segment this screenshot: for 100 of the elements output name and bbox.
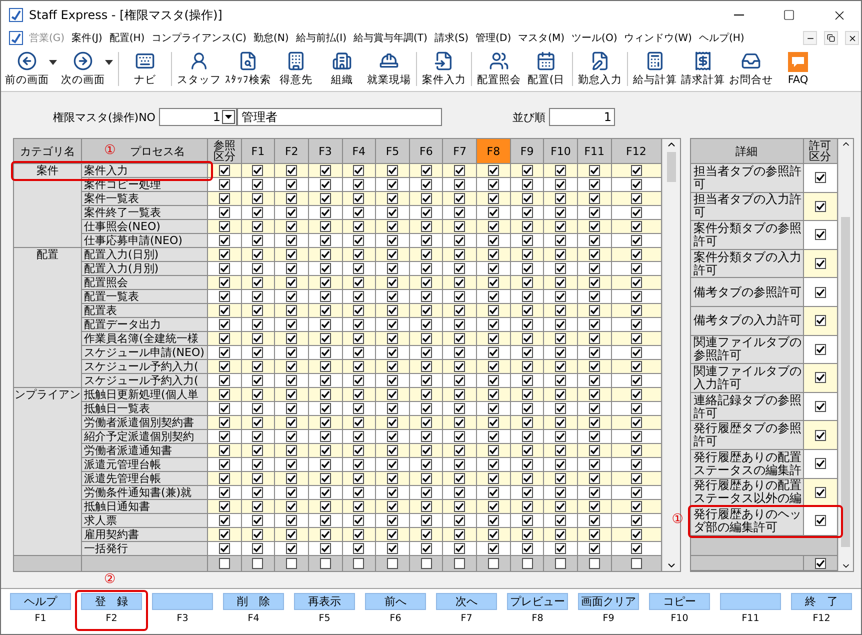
function-button[interactable]: 次へ bbox=[436, 593, 497, 610]
function-button[interactable]: 画面クリア bbox=[578, 593, 639, 610]
toolbar-button[interactable]: 勤怠入力 bbox=[576, 51, 624, 87]
function-button[interactable]: 削 除 bbox=[223, 593, 284, 610]
toolbar-button[interactable]: 前の画面 bbox=[3, 51, 59, 87]
column-header: F8 bbox=[486, 146, 500, 156]
name-field[interactable]: 管理者 bbox=[237, 108, 442, 126]
annotation-number: ① bbox=[672, 513, 684, 528]
table-cell: 労働者派遣通知書 bbox=[82, 444, 208, 458]
toolbar-button[interactable]: ナビ bbox=[122, 51, 168, 87]
table-cell: 労働条件通知書(兼)就 bbox=[82, 486, 208, 500]
column-header: F1 bbox=[251, 146, 265, 156]
field-label: 権限マスタ(操作)NO bbox=[53, 110, 156, 124]
table-cell: 関連ファイルタブの参照許可 bbox=[690, 336, 804, 364]
key-label: F10 bbox=[670, 613, 688, 624]
order-field[interactable]: 1 bbox=[549, 108, 616, 126]
column-header: カテゴリ名 bbox=[20, 146, 75, 156]
menu-item[interactable]: 給与賞与年調(T) bbox=[352, 31, 428, 45]
function-button[interactable]: 前へ bbox=[365, 593, 426, 610]
toolbar-button[interactable]: 配置照会 bbox=[475, 51, 523, 87]
function-button[interactable]: プレビュー bbox=[507, 593, 568, 610]
toolbar-button[interactable]: スタッフ bbox=[175, 51, 223, 87]
column-header: F2 bbox=[284, 146, 298, 156]
table-cell: 仕事照会(NEO) bbox=[82, 220, 208, 234]
menu-item[interactable]: ツール(O) bbox=[570, 31, 618, 45]
menu-item[interactable]: マスタ(M) bbox=[517, 31, 566, 45]
menu-item[interactable]: コンプライアンス(C) bbox=[150, 31, 248, 45]
menu-item[interactable]: 請求(S) bbox=[433, 31, 470, 45]
table-cell: 配置表 bbox=[82, 304, 208, 318]
table-cell: 労働者派遣個別契約書 bbox=[82, 416, 208, 430]
table-cell: 発行履歴ありのヘッダ部の編集許可 bbox=[690, 507, 804, 536]
table-cell: 発行履歴ありの配置ステータスの編集許 bbox=[690, 450, 804, 479]
key-label: F2 bbox=[106, 613, 118, 624]
table-cell: 一括発行 bbox=[82, 542, 208, 556]
column-header: F6 bbox=[420, 146, 433, 156]
menu-item[interactable]: 管理(D) bbox=[474, 31, 512, 45]
table-cell: 担当者タブの入力許可 bbox=[690, 192, 804, 222]
table-cell: 発行履歴ありの配置ステータス以外の編 bbox=[690, 478, 804, 508]
key-label: F12 bbox=[812, 613, 830, 624]
table-cell: 雇用契約書 bbox=[82, 528, 208, 542]
table-cell: 紹介予定派遣個別契約 bbox=[82, 430, 208, 444]
menu-item[interactable]: 配置(H) bbox=[108, 31, 146, 45]
column-header: F3 bbox=[318, 146, 332, 156]
toolbar-button[interactable]: 給与計算 bbox=[631, 51, 679, 87]
column-header: F11 bbox=[584, 146, 605, 156]
function-button[interactable]: コピー bbox=[649, 593, 710, 610]
table-cell: 案件分類タブの参照許可 bbox=[690, 221, 804, 250]
menu-item[interactable]: ヘルプ(H) bbox=[698, 31, 746, 45]
key-label: F4 bbox=[248, 613, 260, 624]
key-label: F8 bbox=[532, 613, 544, 624]
table-cell: スケジュール申請(NEO) bbox=[82, 346, 208, 360]
function-button[interactable]: 再表示 bbox=[294, 593, 355, 610]
function-button[interactable]: 登 録 bbox=[81, 593, 142, 610]
key-label: F5 bbox=[318, 613, 330, 624]
key-label: F9 bbox=[602, 613, 614, 624]
key-label: F7 bbox=[460, 613, 472, 624]
menu-item[interactable]: ウィンドウ(W) bbox=[623, 31, 693, 45]
table-cell: 担当者タブの参照許可 bbox=[690, 164, 804, 193]
toolbar-button[interactable]: 就業現場 bbox=[365, 51, 413, 87]
column-header: F12 bbox=[626, 146, 646, 156]
table-cell: 発行履歴タブの参照許可 bbox=[690, 421, 804, 450]
column-header: 参照区分 bbox=[212, 140, 236, 162]
column-header: 詳細 bbox=[736, 146, 758, 156]
toolbar-button[interactable]: ｽﾀｯﾌ検索 bbox=[223, 51, 273, 87]
toolbar-button[interactable]: 得意先 bbox=[273, 51, 319, 87]
table-cell: 案件一覧表 bbox=[82, 192, 208, 206]
table-cell: 案件入力 bbox=[82, 164, 208, 178]
toolbar-button[interactable]: 案件入力 bbox=[420, 51, 468, 87]
toolbar-button[interactable]: 次の画面 bbox=[59, 51, 115, 87]
toolbar-button[interactable]: FAQ bbox=[775, 52, 821, 86]
table-cell: 配置 bbox=[14, 248, 82, 262]
toolbar-button[interactable]: 配置(日 bbox=[523, 51, 569, 87]
window-title: Staff Express - [権限マスタ(操作)] bbox=[29, 6, 222, 24]
table-cell: 備考タブの入力許可 bbox=[690, 306, 804, 336]
column-header: F9 bbox=[520, 146, 534, 156]
toolbar-button[interactable]: お問合せ bbox=[727, 51, 775, 87]
annotation-number: ② bbox=[104, 573, 116, 587]
column-header: 許可区分 bbox=[808, 140, 832, 162]
number-dropdown[interactable]: 1 bbox=[159, 108, 238, 126]
table-cell: 案件 bbox=[14, 164, 82, 178]
table-cell: 連絡記録タブの参照許可 bbox=[690, 392, 804, 422]
function-button[interactable]: 終 了 bbox=[791, 593, 852, 610]
table-cell: 配置入力(日別) bbox=[82, 248, 208, 262]
key-label: F11 bbox=[742, 613, 760, 624]
table-cell: ンプライアン bbox=[14, 388, 82, 402]
table-cell: 作業員名簿(全建統一様 bbox=[82, 332, 208, 346]
function-button[interactable]: ヘルプ bbox=[10, 593, 71, 610]
table-cell: スケジュール予約入力( bbox=[82, 374, 208, 388]
table-cell: 配置入力(月別) bbox=[82, 262, 208, 276]
toolbar-button[interactable]: 組織 bbox=[319, 51, 365, 87]
table-cell: 仕事応募申請(NEO) bbox=[82, 234, 208, 248]
table-cell: 案件終了一覧表 bbox=[82, 206, 208, 220]
toolbar-button[interactable]: 請求計算 bbox=[679, 51, 727, 87]
menu-item[interactable]: 案件(J) bbox=[70, 31, 104, 45]
annotation-number: ① bbox=[104, 144, 116, 158]
menu-item[interactable]: 給与前払(I) bbox=[294, 31, 348, 45]
table-cell: 配置照会 bbox=[82, 276, 208, 290]
table-cell: 配置一覧表 bbox=[82, 290, 208, 304]
menu-item[interactable]: 勤怠(N) bbox=[252, 31, 290, 45]
column-header: F4 bbox=[352, 146, 366, 156]
